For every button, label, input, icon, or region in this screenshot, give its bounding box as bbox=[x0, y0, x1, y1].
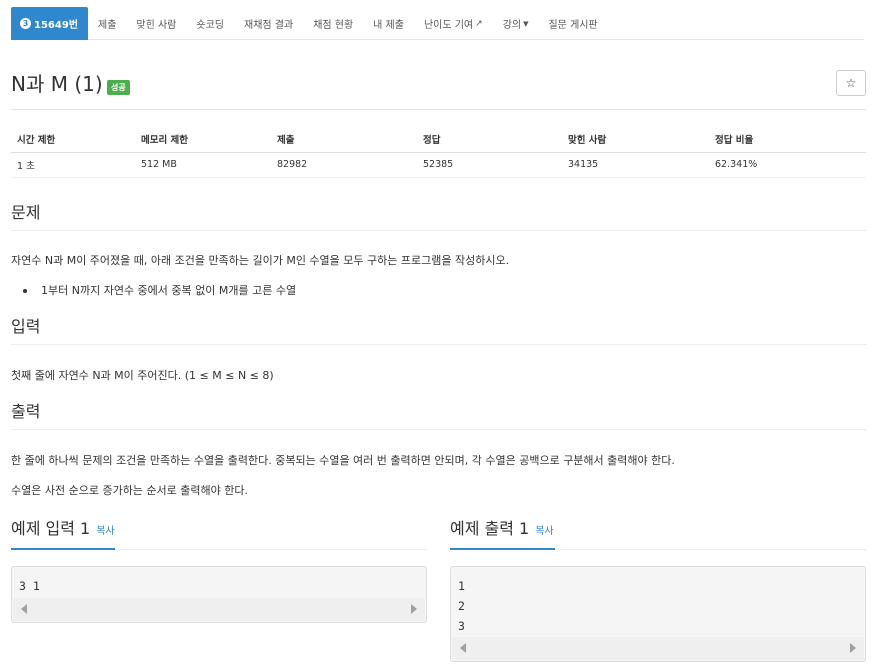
sample-output-underline bbox=[450, 548, 555, 550]
sample-output-box[interactable]: 1 2 3 bbox=[450, 566, 866, 662]
copy-input-link[interactable]: 복사 bbox=[96, 526, 114, 537]
header-solvers: 맞힌 사람 bbox=[562, 127, 709, 153]
tab-lectures-label: 강의 bbox=[502, 20, 522, 31]
tab-problem[interactable]: 3 15649번 bbox=[11, 7, 88, 40]
sample-input-content: 3 1 bbox=[19, 579, 40, 593]
problem-condition-item: 1부터 N까지 자연수 중에서 중복 없이 M개를 고른 수열 bbox=[22, 283, 297, 299]
caret-down-icon: ▼ bbox=[523, 19, 529, 28]
external-link-icon: ↗ bbox=[475, 18, 483, 29]
tab-shortcoding[interactable]: 숏코딩 bbox=[186, 7, 234, 40]
star-icon: ☆ bbox=[845, 76, 857, 90]
sample-input-underline bbox=[11, 548, 115, 550]
header-submissions: 제출 bbox=[271, 127, 417, 153]
input-section-title: 입력 bbox=[11, 316, 866, 345]
header-time-limit: 시간 제한 bbox=[11, 127, 135, 153]
header-memory-limit: 메모리 제한 bbox=[135, 127, 271, 153]
sample-input-box[interactable]: 3 1 bbox=[11, 566, 427, 623]
tab-solvers-label: 맞힌 사람 bbox=[136, 20, 177, 31]
tab-difficulty-label: 난이도 기여 bbox=[423, 20, 474, 31]
sample-output-content: 1 2 3 bbox=[458, 579, 465, 633]
output-description-2: 수열은 사전 순으로 증가하는 순서로 출력해야 한다. bbox=[11, 484, 248, 497]
tab-submit-label: 제출 bbox=[98, 20, 117, 31]
tab-board[interactable]: 질문 게시판 bbox=[538, 7, 607, 40]
sample-input-scrollbar[interactable] bbox=[13, 598, 425, 621]
sample-output-header: 예제 출력 1 복사 bbox=[450, 518, 866, 550]
problem-header: N과 M (1) 성공 ☆ bbox=[11, 70, 866, 110]
tab-rejudge-label: 재채점 결과 bbox=[244, 20, 294, 31]
value-submissions: 82982 bbox=[271, 152, 417, 178]
tab-shortcoding-label: 숏코딩 bbox=[196, 20, 224, 31]
header-accepted: 정답 bbox=[417, 127, 562, 153]
scroll-left-icon[interactable] bbox=[460, 643, 466, 653]
problem-title: N과 M (1) bbox=[11, 72, 103, 96]
tab-my-submissions[interactable]: 내 제출 bbox=[363, 7, 414, 40]
problem-description: 자연수 N과 M이 주어졌을 때, 아래 조건을 만족하는 길이가 M인 수열을… bbox=[11, 254, 510, 267]
tab-solvers[interactable]: 맞힌 사람 bbox=[126, 7, 186, 40]
output-description-1: 한 줄에 하나씩 문제의 조건을 만족하는 수열을 출력한다. 중복되는 수열을… bbox=[11, 454, 675, 467]
output-section-title: 출력 bbox=[11, 401, 866, 430]
tab-lectures[interactable]: 강의 ▼ bbox=[493, 7, 539, 40]
scroll-right-icon[interactable] bbox=[411, 604, 417, 614]
value-time-limit: 1 초 bbox=[11, 152, 135, 178]
value-accepted: 52385 bbox=[417, 152, 562, 178]
scroll-left-icon[interactable] bbox=[21, 604, 27, 614]
sample-output-title: 예제 출력 1 bbox=[450, 519, 530, 538]
input-description: 첫째 줄에 자연수 N과 M이 주어진다. (1 ≤ M ≤ N ≤ 8) bbox=[11, 369, 274, 382]
tab-status[interactable]: 채점 현황 bbox=[303, 7, 363, 40]
tab-rejudge[interactable]: 재채점 결과 bbox=[234, 7, 303, 40]
tab-problem-label: 15649번 bbox=[34, 20, 78, 31]
sample-input-header: 예제 입력 1 복사 bbox=[11, 518, 427, 550]
value-ratio: 62.341% bbox=[709, 152, 866, 178]
value-solvers: 34135 bbox=[562, 152, 709, 178]
info-value-row: 1 초 512 MB 82982 52385 34135 62.341% bbox=[11, 152, 866, 178]
scroll-right-icon[interactable] bbox=[850, 643, 856, 653]
header-ratio: 정답 비율 bbox=[709, 127, 866, 153]
problem-menu: 3 15649번 제출 맞힌 사람 숏코딩 재채점 결과 채점 현황 내 제출 … bbox=[11, 7, 864, 40]
problem-condition-text: 1부터 N까지 자연수 중에서 중복 없이 M개를 고른 수열 bbox=[41, 284, 297, 297]
sample-output-scrollbar[interactable] bbox=[452, 637, 864, 660]
problem-section-title: 문제 bbox=[11, 202, 866, 231]
sample-input-title: 예제 입력 1 bbox=[11, 519, 91, 538]
value-memory-limit: 512 MB bbox=[135, 152, 271, 178]
tab-difficulty[interactable]: 난이도 기여 ↗ bbox=[414, 7, 493, 40]
problem-info-table: 시간 제한 메모리 제한 제출 정답 맞힌 사람 정답 비율 1 초 512 M… bbox=[11, 127, 866, 178]
status-badge: 성공 bbox=[107, 80, 130, 95]
info-header-row: 시간 제한 메모리 제한 제출 정답 맞힌 사람 정답 비율 bbox=[11, 127, 866, 153]
copy-output-link[interactable]: 복사 bbox=[535, 526, 553, 537]
tab-board-label: 질문 게시판 bbox=[548, 20, 598, 31]
tab-status-label: 채점 현황 bbox=[313, 20, 354, 31]
tab-submit[interactable]: 제출 bbox=[88, 7, 126, 40]
problem-level-badge: 3 bbox=[20, 18, 31, 29]
tab-my-submissions-label: 내 제출 bbox=[373, 20, 404, 31]
favorite-button[interactable]: ☆ bbox=[836, 70, 866, 96]
